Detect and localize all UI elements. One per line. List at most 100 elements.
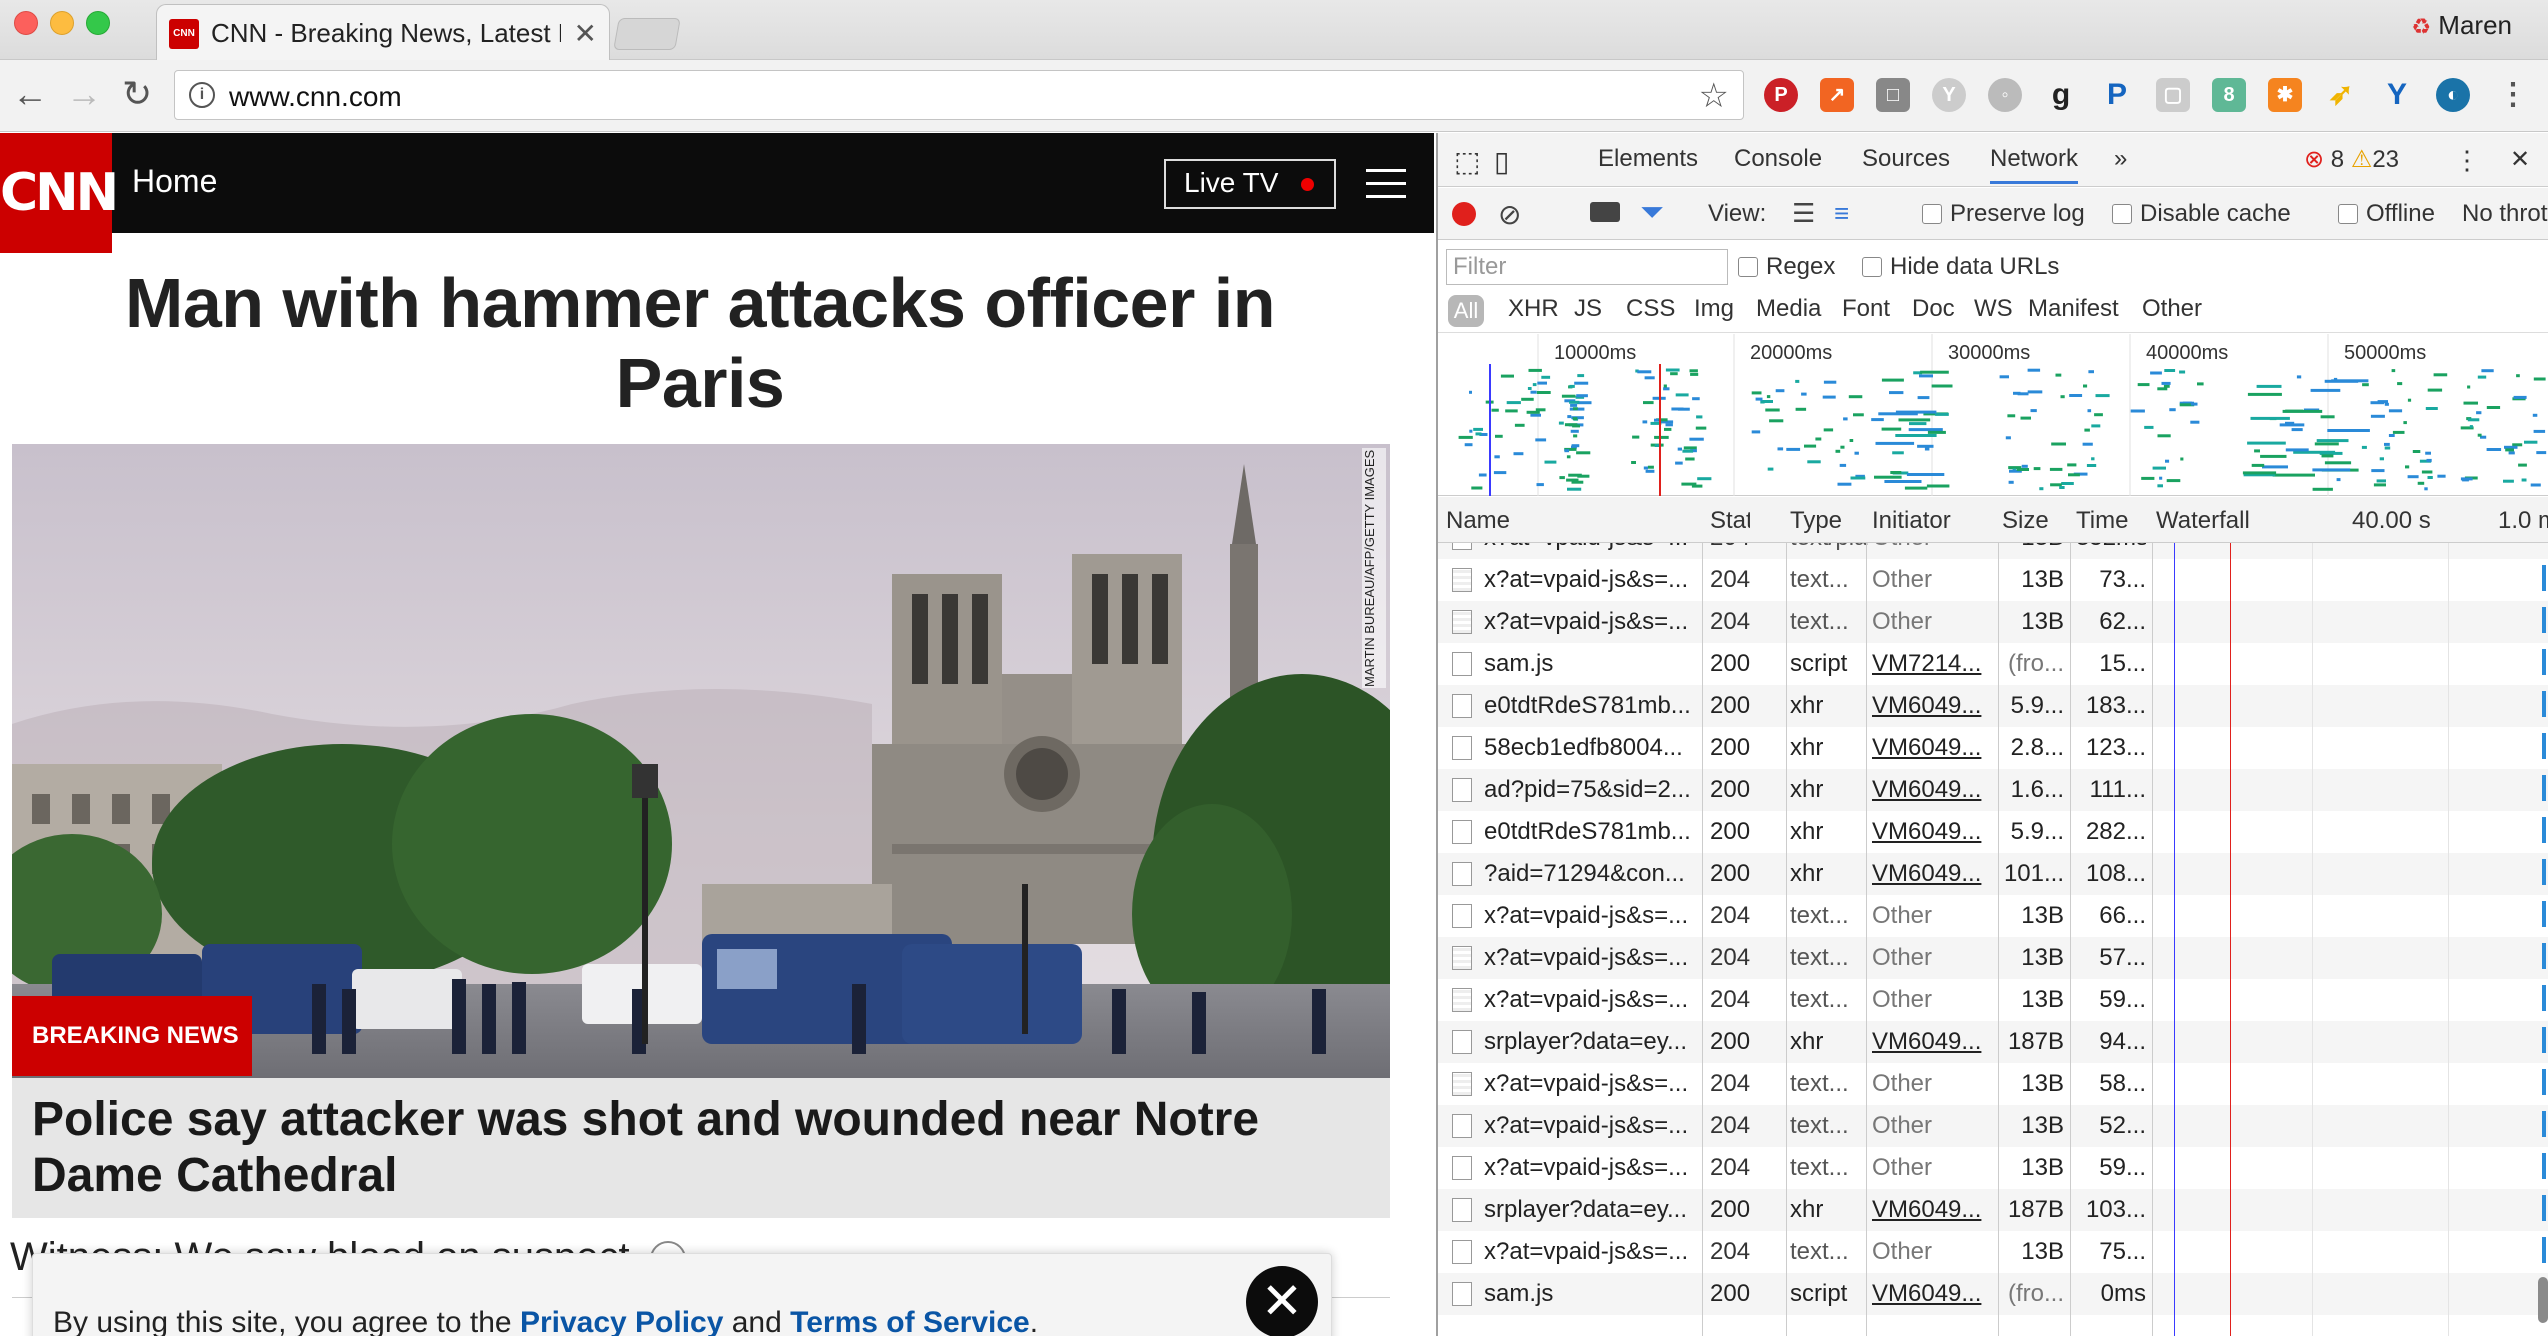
throttling-select[interactable]: No throttling	[2462, 200, 2548, 228]
profile-button[interactable]: ♻ Maren	[2411, 10, 2512, 41]
extension-globe-icon[interactable]: ◐	[2436, 78, 2470, 112]
offline-checkbox[interactable]: Offline	[2338, 200, 2435, 228]
cell-initiator[interactable]: VM6049...	[1872, 1273, 1994, 1315]
inspect-element-icon[interactable]: ⬚	[1454, 145, 1480, 178]
close-devtools-icon[interactable]: ✕	[2510, 145, 2530, 174]
filter-input[interactable]: Filter	[1446, 249, 1728, 285]
minimize-window-button[interactable]	[50, 11, 74, 35]
column-separator[interactable]	[1866, 543, 1867, 1336]
filter-icon[interactable]: ⏷	[1640, 196, 1664, 230]
info-icon[interactable]: i	[189, 82, 215, 108]
pinterest-icon[interactable]: P	[1764, 78, 1798, 112]
clear-icon[interactable]: ⊘	[1498, 198, 1521, 231]
request-row-partial[interactable]: x?at=vpaid-js&s=... 204 text/plainOther 13B…	[1438, 543, 2548, 559]
disable-cache-checkbox[interactable]: Disable cache	[2112, 200, 2291, 228]
cell-initiator[interactable]: VM6049...	[1872, 685, 1994, 727]
request-row[interactable]: x?at=vpaid-js&s=... 204 text... Other 13B 57.…	[1438, 937, 2548, 979]
page-headline[interactable]: Man with hammer attacks officer in Paris	[40, 263, 1360, 423]
cell-initiator[interactable]: VM6049...	[1872, 1021, 1994, 1063]
tab-network[interactable]: Network	[1990, 145, 2079, 184]
forward-icon[interactable]: →	[66, 74, 102, 114]
tab-sources[interactable]: Sources	[1862, 145, 1950, 173]
extension-y-icon[interactable]: Y	[1932, 78, 1966, 112]
request-row[interactable]: x?at=vpaid-js&s=... 204 text... Other 13B 73.…	[1438, 559, 2548, 601]
browser-tab[interactable]: CNN CNN - Breaking News, Latest News and…	[156, 4, 610, 62]
back-icon[interactable]: ←	[12, 74, 48, 114]
type-filter-other[interactable]: Other	[2142, 295, 2202, 323]
type-filter-manifest[interactable]: Manifest	[2028, 295, 2119, 323]
hide-data-urls-checkbox[interactable]: Hide data URLs	[1862, 253, 2059, 281]
cell-initiator[interactable]: VM6049...	[1872, 853, 1994, 895]
request-row[interactable]: srplayer?data=ey... 200 xhr VM6049... 187B 94…	[1438, 1021, 2548, 1063]
request-row[interactable]: srplayer?data=ey... 200 xhr VM6049... 187B 10…	[1438, 1189, 2548, 1231]
terms-of-service-link[interactable]: Terms of Service	[790, 1306, 1030, 1336]
type-filter-all[interactable]: All	[1448, 295, 1484, 327]
extension-teal-icon[interactable]: 8	[2212, 78, 2246, 112]
type-filter-img[interactable]: Img	[1694, 295, 1734, 323]
waterfall-overview-icon[interactable]: ≡	[1834, 198, 1849, 229]
extension-p-icon[interactable]: P	[2100, 78, 2134, 112]
request-row[interactable]: x?at=vpaid-js&s=... 204 text... Other 13B 58.…	[1438, 1063, 2548, 1105]
column-separator[interactable]	[1702, 543, 1703, 1336]
request-row[interactable]: x?at=vpaid-js&s=... 204 text... Other 13B 59.…	[1438, 979, 2548, 1021]
tab-elements[interactable]: Elements	[1598, 145, 1698, 173]
extension-v-icon[interactable]: Y	[2380, 78, 2414, 112]
preserve-log-checkbox[interactable]: Preserve log	[1922, 200, 2085, 228]
type-filter-font[interactable]: Font	[1842, 295, 1890, 323]
devtools-menu-icon[interactable]: ⋮	[2454, 145, 2480, 176]
cell-initiator[interactable]: VM6049...	[1872, 727, 1994, 769]
cnn-logo[interactable]: CNN	[0, 133, 119, 253]
extension-gray-icon[interactable]: □	[1876, 78, 1910, 112]
tab-close-icon[interactable]: ✕	[574, 17, 597, 50]
request-row[interactable]: x?at=vpaid-js&s=... 204 text... Other 13B 52.…	[1438, 1105, 2548, 1147]
regex-checkbox[interactable]: Regex	[1738, 253, 1835, 281]
device-toolbar-icon[interactable]: ▯	[1494, 145, 1509, 178]
error-counter[interactable]: ⊗ 8 ⚠23	[2304, 145, 2399, 174]
hero-photo[interactable]	[12, 444, 1390, 1078]
request-row[interactable]: x?at=vpaid-js&s=... 204 text... Other 13B 66.…	[1438, 895, 2548, 937]
large-rows-icon[interactable]: ☰	[1792, 198, 1815, 229]
live-tv-button[interactable]: Live TV	[1164, 159, 1336, 209]
cell-initiator[interactable]: VM7214...	[1872, 643, 1994, 685]
request-row[interactable]: 58ecb1edfb8004... 200 xhr VM6049... 2.8... 12…	[1438, 727, 2548, 769]
type-filter-ws[interactable]: WS	[1974, 295, 2013, 323]
column-size[interactable]: Size	[2002, 507, 2062, 535]
reload-icon[interactable]: ↻	[122, 74, 152, 114]
analytics-extension-icon[interactable]: ↗	[1820, 78, 1854, 112]
network-overview-timeline[interactable]: 10000ms 20000ms 30000ms 40000ms 50000ms	[1438, 334, 2548, 496]
extension-hubspot-icon[interactable]: ✱	[2268, 78, 2302, 112]
extension-gray2-icon[interactable]: ▢	[2156, 78, 2190, 112]
capture-screenshots-icon[interactable]	[1590, 202, 1620, 222]
column-status[interactable]: Status	[1710, 507, 1750, 535]
column-separator[interactable]	[1998, 543, 1999, 1336]
request-row[interactable]: ad?pid=75&sid=2... 200 xhr VM6049... 1.6... 1…	[1438, 769, 2548, 811]
request-row[interactable]: sam.js 200 script VM7214... (fro... 15...	[1438, 643, 2548, 685]
story-box[interactable]: Police say attacker was shot and wounded…	[12, 1078, 1390, 1218]
column-separator[interactable]	[2152, 543, 2153, 1336]
extension-rocket-icon[interactable]: ➶	[2324, 78, 2358, 112]
record-icon[interactable]	[1452, 202, 1476, 226]
maximize-window-button[interactable]	[86, 11, 110, 35]
type-filter-css[interactable]: CSS	[1626, 295, 1675, 323]
browser-menu-icon[interactable]: ⋮	[2496, 78, 2530, 112]
request-row[interactable]: x?at=vpaid-js&s=... 204 text... Other 13B 59.…	[1438, 1147, 2548, 1189]
column-separator[interactable]	[2070, 543, 2071, 1336]
scrollbar-thumb[interactable]	[2538, 1277, 2548, 1323]
section-title[interactable]: Home	[132, 163, 217, 200]
column-waterfall[interactable]: Waterfall	[2156, 507, 2296, 535]
consent-close-icon[interactable]: ✕	[1246, 1266, 1318, 1336]
type-filter-xhr[interactable]: XHR	[1508, 295, 1559, 323]
column-name[interactable]: Name	[1446, 507, 1596, 535]
column-type[interactable]: Type	[1790, 507, 1870, 535]
extension-circle-icon[interactable]: ◦	[1988, 78, 2022, 112]
request-row[interactable]: e0tdtRdeS781mb... 200 xhr VM6049... 5.9... 28…	[1438, 811, 2548, 853]
star-icon[interactable]: ☆	[1699, 76, 1729, 116]
address-bar[interactable]: i www.cnn.com ☆	[174, 70, 1744, 120]
story-title[interactable]: Police say attacker was shot and wounded…	[32, 1092, 1372, 1204]
request-row[interactable]: e0tdtRdeS781mb... 200 xhr VM6049... 5.9... 18…	[1438, 685, 2548, 727]
new-tab-button[interactable]	[613, 18, 681, 50]
url-text[interactable]: www.cnn.com	[229, 81, 402, 113]
cell-initiator[interactable]: VM6049...	[1872, 1189, 1994, 1231]
type-filter-media[interactable]: Media	[1756, 295, 1821, 323]
type-filter-doc[interactable]: Doc	[1912, 295, 1955, 323]
